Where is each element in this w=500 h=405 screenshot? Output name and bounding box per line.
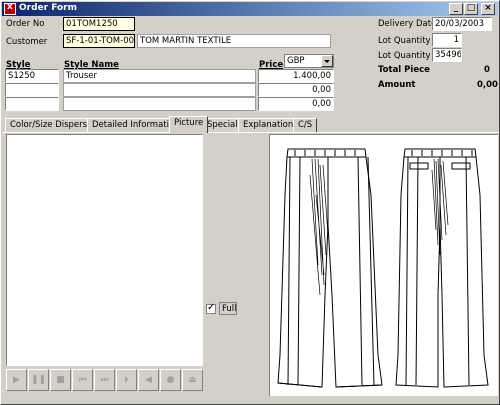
currency-value: GBP <box>287 56 305 66</box>
window-title: Order Form <box>19 3 77 13</box>
stop-icon[interactable]: ■ <box>50 369 71 391</box>
lot-quantity-label-1: Lot Quantity <box>378 36 431 46</box>
trouser-sketch-image <box>277 148 489 388</box>
full-label: Full <box>219 302 237 315</box>
step-forward-icon[interactable]: ⏵ <box>116 369 137 391</box>
order-no-field[interactable]: 01TOM1250 <box>63 17 135 31</box>
customer-code-field[interactable]: SF-1-01-TOM-001 <box>63 34 135 48</box>
picture-options-panel <box>205 134 267 396</box>
price-cell-2[interactable]: 0,00 <box>258 83 334 97</box>
lot-quantity-field-2[interactable]: 35496 <box>432 48 462 62</box>
tab-color-size-dispersal[interactable]: Color/Size Dispersal <box>5 118 100 132</box>
media-controls: ▶ ❚❚ ■ ⏮ ⏭ ⏵ ◀ ● ⏏ <box>6 369 203 393</box>
minimize-button[interactable]: _ <box>449 3 463 15</box>
style-cell-3[interactable] <box>5 97 59 111</box>
customer-label: Customer <box>6 37 48 47</box>
style-name-cell-1[interactable]: Trouser <box>63 69 256 83</box>
style-cell-2[interactable] <box>5 83 59 97</box>
tab-picture[interactable]: Picture <box>169 116 209 133</box>
currency-select[interactable]: GBP <box>284 54 334 68</box>
title-bar: Order Form _ □ × <box>2 2 498 16</box>
picture-viewer <box>269 134 498 396</box>
tab-cs[interactable]: C/S <box>293 118 318 132</box>
total-piece-label: Total Piece <box>378 65 430 75</box>
delivery-date-field[interactable]: 20/03/2003 <box>432 17 492 31</box>
play-icon[interactable]: ▶ <box>6 369 27 391</box>
amount-value: 0,00 <box>477 80 498 90</box>
lot-quantity-field-1[interactable]: 1 <box>432 33 462 47</box>
close-button[interactable]: × <box>481 3 495 15</box>
picture-list-box[interactable] <box>6 134 203 366</box>
order-no-label: Order No <box>6 19 45 29</box>
step-back-icon[interactable]: ◀ <box>138 369 159 391</box>
maximize-button[interactable]: □ <box>464 3 478 15</box>
delivery-date-label: Delivery Date <box>378 19 437 29</box>
style-cell-1[interactable]: S1250 <box>5 69 59 83</box>
customer-name-field: TOM MARTIN TEXTILE <box>137 34 331 48</box>
style-name-cell-3[interactable] <box>63 97 256 111</box>
total-piece-value: 0 <box>484 65 490 75</box>
amount-label: Amount <box>378 80 416 90</box>
full-checkbox[interactable] <box>206 302 216 314</box>
tab-panel-border <box>2 132 499 133</box>
order-form-window: Order Form _ □ × Order No 01TOM1250 Cust… <box>0 0 500 405</box>
skip-last-icon[interactable]: ⏭ <box>94 369 115 391</box>
skip-first-icon[interactable]: ⏮ <box>72 369 93 391</box>
chevron-down-icon[interactable] <box>321 55 333 67</box>
eject-icon[interactable]: ⏏ <box>182 369 203 391</box>
pause-icon[interactable]: ❚❚ <box>28 369 49 391</box>
record-icon[interactable]: ● <box>160 369 181 391</box>
price-cell-3[interactable]: 0,00 <box>258 97 334 111</box>
style-name-cell-2[interactable] <box>63 83 256 97</box>
price-cell-1[interactable]: 1.400,00 <box>258 69 334 83</box>
app-icon[interactable] <box>4 2 16 15</box>
lot-quantity-label-2: Lot Quantity <box>378 51 431 61</box>
